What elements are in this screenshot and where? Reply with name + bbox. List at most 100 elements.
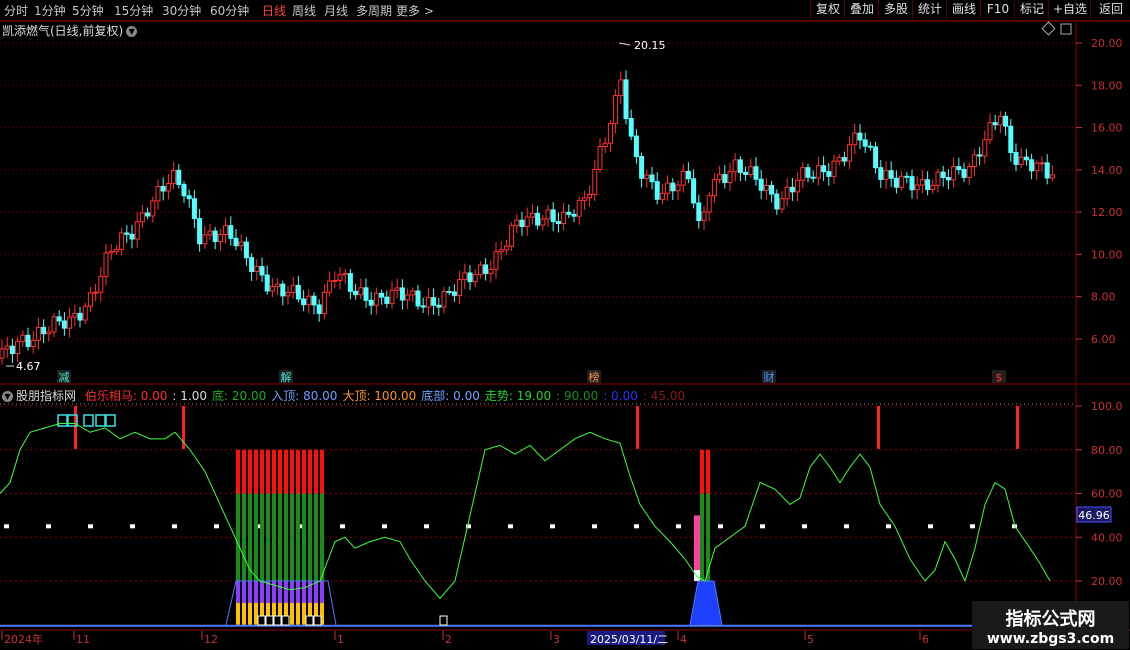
bottom-marker	[281, 615, 290, 626]
candle-body	[249, 257, 255, 273]
price-tick-label: 14.00	[1091, 164, 1123, 177]
candle-body	[706, 195, 712, 213]
stack-green	[296, 493, 300, 581]
candle-body	[217, 233, 223, 243]
candle-body	[25, 334, 31, 347]
candle-body	[342, 273, 348, 276]
indicator-name: 股朋指标网	[16, 389, 77, 403]
time-label-2: 12	[204, 633, 218, 646]
candle-body	[737, 159, 743, 173]
stack-purple	[320, 581, 324, 603]
chart-canvas[interactable]: 20.00 18.00 16.00 14.00 12.00 10.00 8.00 6.00 20…	[0, 0, 1130, 650]
candle-body	[363, 287, 369, 301]
level-45-marker	[634, 524, 639, 529]
candle-body	[254, 266, 260, 273]
bottom-marker	[313, 615, 322, 626]
level-45-marker	[214, 524, 219, 529]
candle-body	[665, 182, 671, 194]
candle-body	[561, 211, 567, 225]
stack-green	[242, 493, 246, 581]
candle-body	[353, 290, 359, 296]
candle-body	[618, 79, 624, 97]
chevron-down-icon[interactable]: ▼	[2, 391, 13, 402]
candle-body	[108, 250, 114, 254]
candle-body	[462, 272, 468, 281]
watermark-line2: www.zbgs3.com	[986, 631, 1115, 647]
level-45-marker	[592, 524, 597, 529]
candle-body	[389, 289, 395, 304]
candle-body	[852, 132, 858, 146]
price-tick-label: 6.00	[1091, 333, 1116, 346]
candle-body	[857, 132, 863, 141]
stack-purple	[296, 581, 300, 603]
candle-body	[451, 291, 457, 296]
current-value-label: 46.96	[1078, 509, 1110, 522]
candle-body	[597, 146, 603, 170]
stack-yellow	[248, 602, 252, 625]
candle-body	[888, 170, 894, 179]
bottom-marker	[265, 615, 274, 626]
candle-body	[654, 181, 660, 200]
stack-green	[260, 493, 264, 581]
stack-green	[236, 493, 240, 581]
time-label-1: 11	[76, 633, 90, 646]
indicator-param-3: 入顶: 80.00	[271, 389, 338, 403]
candle-body	[873, 146, 879, 169]
candle-body	[581, 197, 587, 201]
candle-body	[743, 171, 749, 175]
candle-body	[394, 287, 400, 291]
signal-box	[83, 414, 94, 427]
ind-tick-label: 100.0	[1091, 400, 1123, 413]
signal-spike	[636, 406, 639, 449]
candle-body	[914, 184, 920, 191]
stack-green	[278, 493, 282, 581]
candle-body	[810, 176, 816, 179]
stack-green	[302, 493, 306, 581]
stack-green	[314, 493, 318, 581]
candle-body	[701, 211, 707, 222]
candle-body	[285, 291, 291, 297]
candle-body	[207, 230, 213, 236]
candle-body	[841, 157, 847, 162]
candle-body	[301, 298, 307, 306]
candle-body	[587, 193, 593, 199]
stack-purple	[254, 581, 258, 603]
ind-tick-label: 60.00	[1091, 488, 1123, 501]
candle-body	[904, 175, 910, 178]
level-45-marker	[508, 524, 513, 529]
candle-body	[67, 316, 73, 329]
level-45-marker	[970, 524, 975, 529]
indicator-params: 伯乐相马: 0.00: 1.00 底: 20.00 入顶: 80.00 大顶: 100…	[85, 389, 690, 403]
candle-body	[306, 295, 312, 306]
time-label-5: 3	[553, 633, 560, 646]
event-marker-4: $	[996, 371, 1003, 384]
candle-body	[410, 290, 416, 296]
signal-box	[105, 414, 116, 427]
stack-purple	[290, 581, 294, 603]
candle-body	[753, 166, 759, 180]
candle-body	[987, 122, 993, 141]
candle-body	[77, 312, 83, 321]
candle-body	[93, 291, 99, 294]
candle-body	[826, 171, 832, 177]
candle-body	[940, 171, 946, 179]
candle-body	[862, 139, 868, 147]
indicator-param-6: 走势: 19.00	[484, 389, 552, 403]
candle-body	[779, 198, 785, 210]
candle-body	[691, 178, 697, 204]
stack-yellow	[254, 602, 258, 625]
candle-body	[550, 209, 556, 223]
candle-body	[930, 184, 936, 190]
stack-red	[242, 449, 246, 494]
bottom-marker	[257, 615, 266, 626]
signal-box	[95, 414, 106, 427]
stack-purple	[266, 581, 270, 603]
price-tick-label: 18.00	[1091, 79, 1123, 92]
candle-body	[514, 219, 520, 226]
low-price-label: 4.67	[16, 360, 41, 373]
candle-body	[795, 179, 801, 193]
candle-body	[129, 233, 135, 240]
candle-body	[441, 290, 447, 308]
candle-body	[758, 178, 764, 191]
candle-body	[264, 274, 270, 292]
